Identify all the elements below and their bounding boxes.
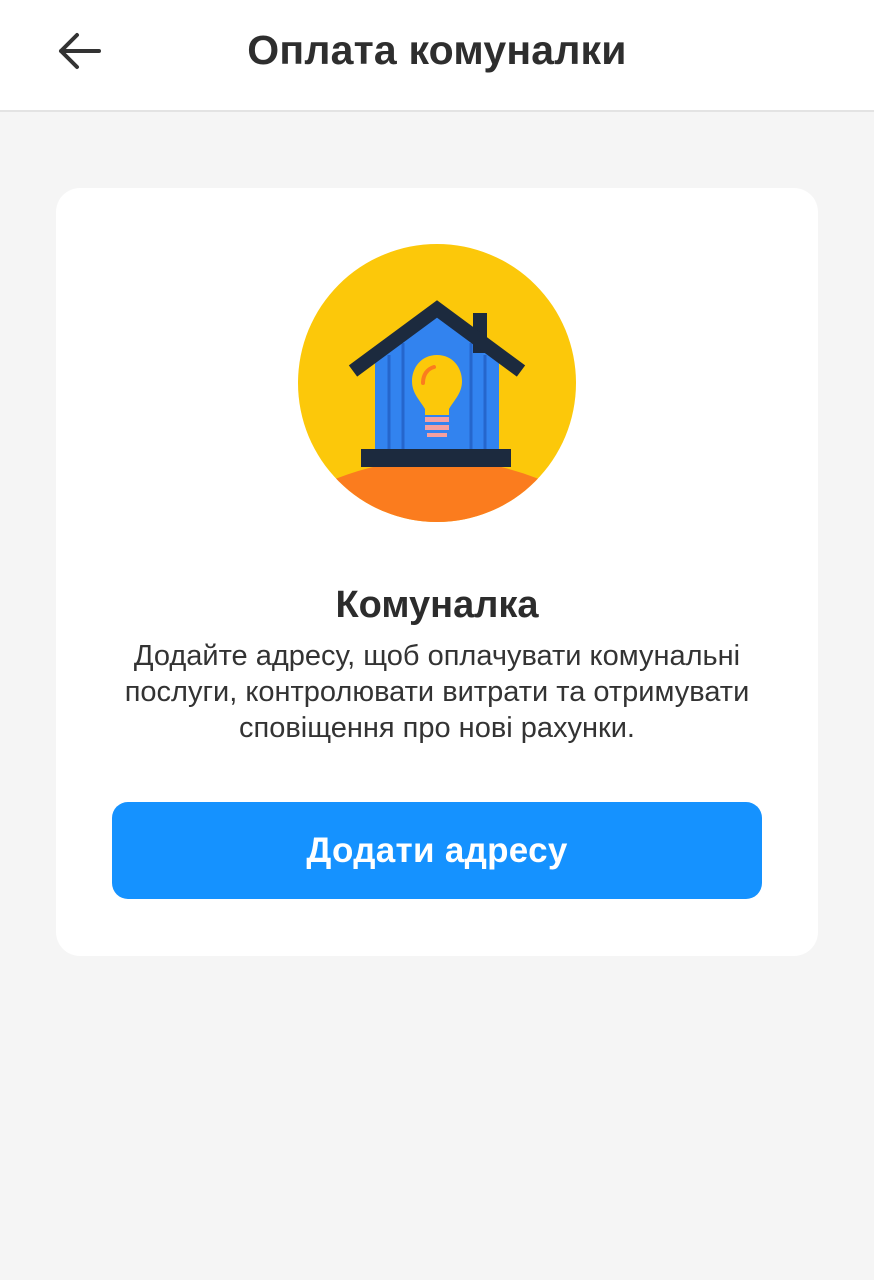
page-title: Оплата комуналки <box>247 27 627 73</box>
card-title: Комуналка <box>335 584 539 626</box>
add-address-button[interactable]: Додати адресу <box>112 802 762 899</box>
card-description: Додайте адресу, щоб оплачувати комунальн… <box>124 640 750 744</box>
app-header: Оплата комуналки <box>0 0 874 112</box>
utility-card: Комуналка Додайте адресу, щоб оплачувати… <box>56 188 818 956</box>
add-address-button-label: Додати адресу <box>306 830 568 870</box>
house-lightbulb-icon <box>297 243 577 524</box>
